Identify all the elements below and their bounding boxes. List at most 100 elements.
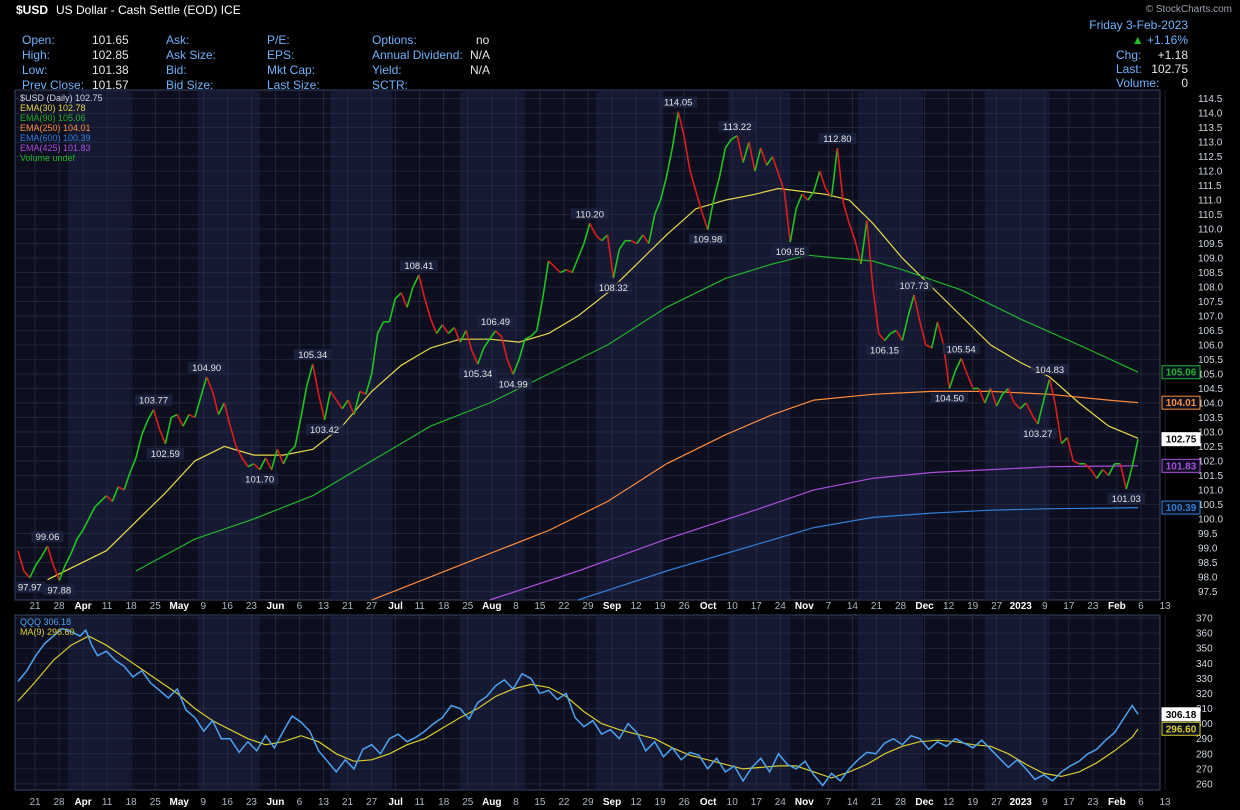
price-annotation: 109.98 xyxy=(693,235,722,246)
y-tick-label: 100.5 xyxy=(1198,500,1223,511)
month-band xyxy=(460,615,525,790)
x-tick-label: Dec xyxy=(915,601,934,612)
x-tick-label: 19 xyxy=(655,601,667,612)
y-tick-label: 102.0 xyxy=(1198,456,1223,467)
x-tick-label: 28 xyxy=(53,797,65,808)
x-tick-label: 9 xyxy=(1042,797,1048,808)
price-annotation: 108.32 xyxy=(599,283,628,294)
x-tick-label: 14 xyxy=(847,601,859,612)
y-tick-label: 370 xyxy=(1196,614,1213,625)
legend-item: EMA(600) 100.39 xyxy=(20,133,103,143)
y-tick-label: 105.0 xyxy=(1198,369,1223,380)
x-tick-label: 9 xyxy=(1042,601,1048,612)
month-band xyxy=(984,615,1050,790)
legend-text: EMA(250) 104.01 xyxy=(20,123,91,133)
x-tick-label: 9 xyxy=(201,797,207,808)
x-tick-label: 15 xyxy=(534,797,546,808)
x-tick-label: 28 xyxy=(895,601,907,612)
x-tick-label: Nov xyxy=(795,797,814,808)
legend-text: EMA(30) 102.78 xyxy=(20,103,86,113)
price-annotation: 107.73 xyxy=(900,281,929,292)
price-annotation: 102.59 xyxy=(151,449,180,460)
x-tick-label: 12 xyxy=(943,797,955,808)
y-tick-label: 110.5 xyxy=(1198,210,1223,221)
legend-text: Volume undef xyxy=(20,153,76,163)
x-tick-label: 24 xyxy=(775,797,787,808)
legend-text: QQQ 306.18 xyxy=(20,617,72,627)
y-tick-label: 107.5 xyxy=(1198,297,1223,308)
x-tick-label: 29 xyxy=(582,601,594,612)
x-tick-label: Sep xyxy=(603,601,621,612)
x-tick-label: Nov xyxy=(795,601,814,612)
x-tick-label: 22 xyxy=(558,797,570,808)
x-tick-label: 23 xyxy=(1087,797,1099,808)
x-tick-label: 6 xyxy=(1138,797,1144,808)
x-tick-label: 19 xyxy=(655,797,667,808)
x-tick-label: 18 xyxy=(438,601,450,612)
x-tick-label: 27 xyxy=(991,797,1003,808)
y-tick-label: 340 xyxy=(1196,659,1213,670)
x-tick-label: 17 xyxy=(1063,797,1075,808)
price-annotation: 106.15 xyxy=(870,346,899,357)
legend-item: MA(9) 296.60 xyxy=(20,627,75,637)
x-tick-label: 21 xyxy=(342,601,354,612)
x-tick-label: May xyxy=(170,797,190,808)
price-annotation: 105.34 xyxy=(463,369,492,380)
y-tick-label: 280 xyxy=(1196,749,1213,760)
x-tick-label: 25 xyxy=(150,601,162,612)
x-tick-label: 17 xyxy=(751,797,763,808)
y-tick-label: 350 xyxy=(1196,644,1213,655)
x-tick-label: 13 xyxy=(1159,797,1171,808)
y-tick-label: 103.0 xyxy=(1198,427,1223,438)
x-tick-label: 28 xyxy=(895,797,907,808)
y-tick-label: 104.0 xyxy=(1198,398,1223,409)
y-tick-label: 108.0 xyxy=(1198,283,1223,294)
y-tick-label: 99.0 xyxy=(1198,543,1218,554)
price-annotation: 104.50 xyxy=(935,393,964,404)
x-tick-label: 6 xyxy=(297,797,303,808)
x-tick-label: 18 xyxy=(126,601,138,612)
y-tick-label: 290 xyxy=(1196,734,1213,745)
x-tick-label: 27 xyxy=(991,601,1003,612)
x-tick-label: Feb xyxy=(1108,601,1126,612)
x-tick-label: 26 xyxy=(679,601,691,612)
price-annotation: 101.03 xyxy=(1112,494,1141,505)
y-tick-label: 270 xyxy=(1196,764,1213,775)
x-tick-label: 11 xyxy=(102,601,113,612)
x-tick-label: 10 xyxy=(727,797,739,808)
chart-svg[interactable]: 21 21 28 28 Apr Apr 11 11 18 18 25 25 May May 9 9 16 16 23… xyxy=(0,0,1240,810)
price-annotation: 113.22 xyxy=(723,122,751,133)
x-tick-label: 2023 xyxy=(1010,797,1033,808)
x-tick-label: 8 xyxy=(513,797,519,808)
x-tick-label: Sep xyxy=(603,797,621,808)
legend-text: EMA(600) 100.39 xyxy=(20,133,91,143)
y-tick-label: 98.5 xyxy=(1198,558,1218,569)
last-value-label: 296.60 xyxy=(1166,724,1197,735)
x-tick-label: 6 xyxy=(1138,601,1144,612)
x-tick-label: Feb xyxy=(1108,797,1126,808)
y-tick-label: 112.5 xyxy=(1198,152,1223,163)
y-tick-label: 107.0 xyxy=(1198,312,1223,323)
x-tick-label: 12 xyxy=(631,797,643,808)
price-annotation: 106.49 xyxy=(481,317,510,328)
x-tick-label: 14 xyxy=(847,797,859,808)
x-tick-label: 23 xyxy=(1087,601,1099,612)
x-tick-label: 27 xyxy=(366,601,378,612)
x-tick-label: 21 xyxy=(29,601,41,612)
y-tick-label: 114.5 xyxy=(1198,94,1223,105)
price-annotation: 101.70 xyxy=(245,475,274,486)
x-tick-label: Oct xyxy=(700,601,717,612)
y-tick-label: 106.5 xyxy=(1198,326,1223,337)
x-tick-label: 15 xyxy=(534,601,546,612)
x-tick-label: 29 xyxy=(582,797,594,808)
month-band xyxy=(330,615,393,790)
x-tick-label: 25 xyxy=(462,601,474,612)
x-tick-label: 21 xyxy=(871,797,883,808)
x-tick-label: 21 xyxy=(29,797,41,808)
x-tick-label: Jun xyxy=(267,797,285,808)
legend-text: MA(9) 296.60 xyxy=(20,627,75,637)
x-tick-label: 26 xyxy=(679,797,691,808)
y-tick-label: 100.0 xyxy=(1198,514,1223,525)
legend-item: EMA(30) 102.78 xyxy=(20,103,103,113)
x-tick-label: 22 xyxy=(558,601,570,612)
